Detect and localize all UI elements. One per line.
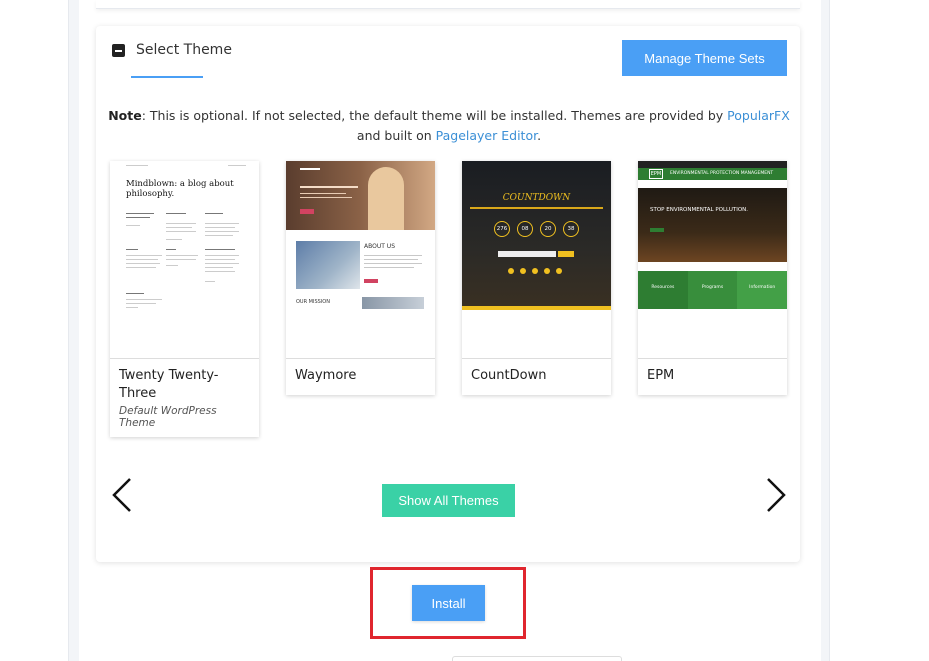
- thumb-mission: OUR MISSION: [296, 299, 330, 305]
- pagelayer-link[interactable]: Pagelayer Editor: [436, 128, 537, 143]
- select-theme-title: Select Theme: [136, 42, 232, 58]
- theme-card-twenty-twenty-three[interactable]: Mindblown: a blog about philosophy. Twen…: [110, 161, 259, 437]
- note-text-2: and built on: [356, 128, 436, 143]
- theme-name: Twenty Twenty-Three: [119, 368, 219, 401]
- theme-card-countdown[interactable]: COUNTDOWN 276 08 20 38 CountDown: [462, 161, 611, 395]
- theme-thumbnail: ABOUT US OUR MISSION: [286, 161, 435, 359]
- thumb-logo: EPM: [649, 169, 663, 179]
- chevron-left-icon[interactable]: [110, 476, 136, 514]
- manage-theme-sets-button[interactable]: Manage Theme Sets: [622, 40, 787, 76]
- note-label: Note: [108, 108, 142, 123]
- select-theme-header[interactable]: Select Theme: [112, 42, 232, 58]
- theme-thumbnail: Mindblown: a blog about philosophy.: [110, 161, 259, 359]
- theme-subtitle: Default WordPress Theme: [119, 405, 217, 429]
- note-text-3: .: [537, 128, 542, 143]
- theme-thumbnail: EPM ENVIRONMENTAL PROTECTION MANAGEMENT …: [638, 161, 787, 359]
- popularfx-link[interactable]: PopularFX: [727, 108, 790, 123]
- theme-name: Waymore: [295, 368, 357, 383]
- install-button[interactable]: Install: [412, 585, 485, 621]
- thumb-about: ABOUT US: [364, 243, 396, 250]
- thumb-hero: STOP ENVIRONMENTAL POLLUTION.: [650, 207, 749, 213]
- theme-name: EPM: [647, 368, 675, 383]
- collapse-icon[interactable]: [112, 43, 125, 57]
- thumb-heading: Mindblown: a blog about philosophy.: [126, 179, 234, 199]
- theme-card-waymore[interactable]: ABOUT US OUR MISSION Waymore: [286, 161, 435, 395]
- note-text-1: : This is optional. If not selected, the…: [141, 108, 728, 123]
- title-underline: [131, 76, 203, 78]
- next-field-edge: [452, 656, 622, 661]
- theme-name: CountDown: [471, 368, 547, 383]
- theme-note: Note: This is optional. If not selected,…: [106, 106, 792, 146]
- thumb-header: ENVIRONMENTAL PROTECTION MANAGEMENT: [670, 171, 774, 176]
- thumb-title: COUNTDOWN: [502, 193, 571, 203]
- theme-thumbnail: COUNTDOWN 276 08 20 38: [462, 161, 611, 359]
- previous-section-edge: [96, 0, 800, 9]
- show-all-themes-button[interactable]: Show All Themes: [382, 484, 515, 517]
- theme-card-epm[interactable]: EPM ENVIRONMENTAL PROTECTION MANAGEMENT …: [638, 161, 787, 395]
- chevron-right-icon[interactable]: [762, 476, 788, 514]
